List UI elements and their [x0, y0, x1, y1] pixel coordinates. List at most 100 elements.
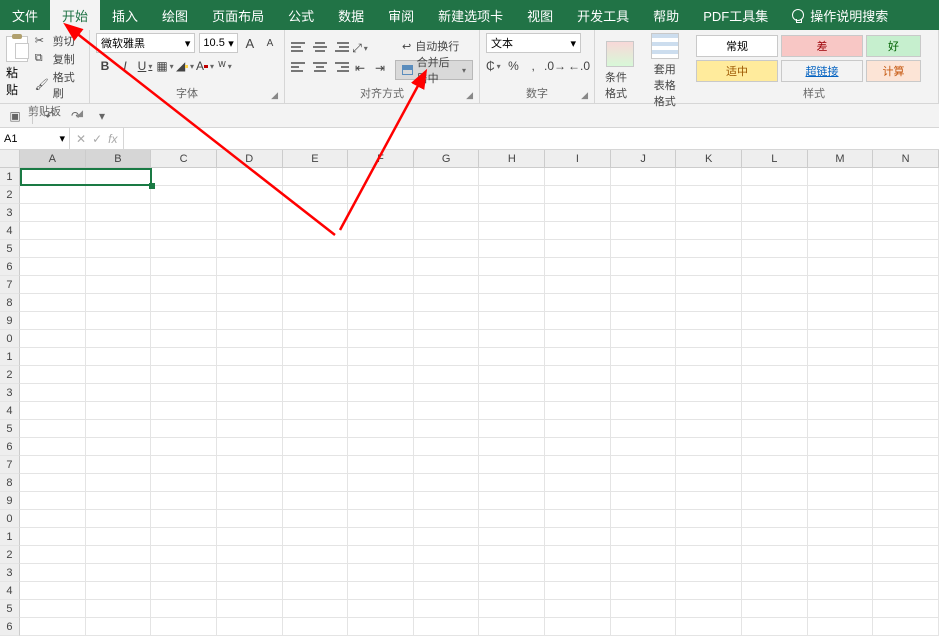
cell[interactable] [217, 258, 283, 276]
cell[interactable] [414, 492, 480, 510]
cell[interactable] [217, 492, 283, 510]
cell[interactable] [676, 330, 742, 348]
cell[interactable] [348, 294, 414, 312]
cell[interactable] [808, 258, 874, 276]
cell[interactable] [479, 276, 545, 294]
cell[interactable] [545, 546, 611, 564]
cell[interactable] [348, 402, 414, 420]
cell[interactable] [348, 474, 414, 492]
accounting-format-button[interactable]: ₵ [486, 57, 501, 75]
cell[interactable] [86, 312, 152, 330]
cell[interactable] [545, 402, 611, 420]
cell[interactable] [283, 546, 349, 564]
row-header[interactable]: 1 [0, 348, 20, 366]
increase-font-button[interactable]: A [242, 34, 258, 52]
cell[interactable] [348, 546, 414, 564]
cell[interactable] [217, 528, 283, 546]
cell[interactable] [20, 564, 86, 582]
cell[interactable] [808, 348, 874, 366]
cell[interactable] [742, 564, 808, 582]
cell[interactable] [283, 564, 349, 582]
cell[interactable] [348, 348, 414, 366]
cell[interactable] [20, 510, 86, 528]
paste-button[interactable]: 粘贴 [6, 36, 29, 98]
cell[interactable] [742, 186, 808, 204]
cell[interactable] [808, 546, 874, 564]
cell[interactable] [611, 564, 677, 582]
cell[interactable] [611, 222, 677, 240]
cell[interactable] [545, 528, 611, 546]
cell[interactable] [414, 456, 480, 474]
cell[interactable] [808, 168, 874, 186]
cell[interactable] [676, 618, 742, 636]
style-normal[interactable]: 常规 [696, 35, 778, 57]
cell[interactable] [808, 222, 874, 240]
cell[interactable] [545, 456, 611, 474]
comma-format-button[interactable]: , [526, 57, 540, 75]
cell[interactable] [283, 366, 349, 384]
decrease-decimal-button[interactable]: ←.0 [570, 57, 588, 75]
cell[interactable] [873, 582, 939, 600]
cell[interactable] [86, 510, 152, 528]
font-size-select[interactable]: 10.5▾ [199, 33, 237, 53]
cell[interactable] [676, 582, 742, 600]
cell[interactable] [217, 384, 283, 402]
cell[interactable] [545, 420, 611, 438]
cell[interactable] [611, 204, 677, 222]
cell[interactable] [151, 600, 217, 618]
cell[interactable] [283, 258, 349, 276]
cell[interactable] [611, 438, 677, 456]
cell[interactable] [611, 474, 677, 492]
row-header[interactable]: 2 [0, 546, 20, 564]
name-box[interactable]: A1▾ [0, 128, 70, 149]
cell[interactable] [348, 510, 414, 528]
cell[interactable] [611, 492, 677, 510]
cell[interactable] [414, 618, 480, 636]
cell[interactable] [414, 438, 480, 456]
cell[interactable] [611, 330, 677, 348]
cell[interactable] [545, 330, 611, 348]
cell[interactable] [479, 312, 545, 330]
cell[interactable] [676, 276, 742, 294]
cell[interactable] [611, 366, 677, 384]
cell[interactable] [676, 456, 742, 474]
cell[interactable] [676, 600, 742, 618]
cell[interactable] [808, 366, 874, 384]
cell[interactable] [742, 618, 808, 636]
bold-button[interactable]: B [96, 57, 114, 75]
cell[interactable] [86, 168, 152, 186]
cell[interactable] [611, 186, 677, 204]
cell[interactable] [808, 186, 874, 204]
cell[interactable] [414, 528, 480, 546]
row-header[interactable]: 5 [0, 600, 20, 618]
cell[interactable] [348, 384, 414, 402]
align-left-button[interactable] [291, 59, 309, 75]
cell[interactable] [545, 312, 611, 330]
cell[interactable] [86, 438, 152, 456]
cell[interactable] [808, 600, 874, 618]
cell[interactable] [86, 474, 152, 492]
cell[interactable] [414, 168, 480, 186]
cell[interactable] [283, 240, 349, 258]
cell[interactable] [742, 330, 808, 348]
cell[interactable] [676, 564, 742, 582]
cell[interactable] [283, 168, 349, 186]
cell[interactable] [348, 582, 414, 600]
cell[interactable] [742, 348, 808, 366]
col-header-I[interactable]: I [545, 150, 611, 168]
cell[interactable] [151, 384, 217, 402]
cell[interactable] [414, 564, 480, 582]
row-header[interactable]: 5 [0, 420, 20, 438]
cell[interactable] [414, 474, 480, 492]
row-header[interactable]: 5 [0, 240, 20, 258]
cell[interactable] [20, 420, 86, 438]
cell[interactable] [479, 528, 545, 546]
cell[interactable] [545, 474, 611, 492]
cell[interactable] [479, 546, 545, 564]
cell[interactable] [479, 204, 545, 222]
cell[interactable] [348, 222, 414, 240]
align-bottom-button[interactable] [331, 39, 349, 55]
cell[interactable] [808, 402, 874, 420]
cell[interactable] [676, 528, 742, 546]
cell[interactable] [151, 618, 217, 636]
